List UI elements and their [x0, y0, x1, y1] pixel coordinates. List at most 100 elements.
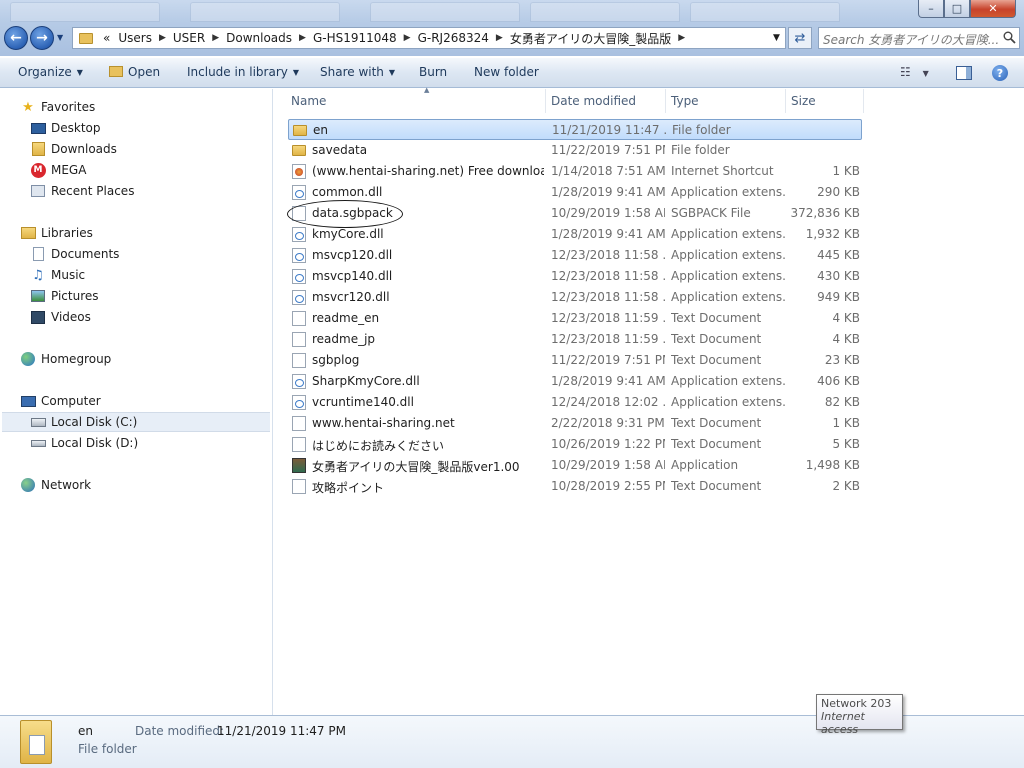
- burn-button[interactable]: Burn: [419, 65, 447, 79]
- forward-button[interactable]: →: [30, 26, 54, 50]
- text-document-icon: [292, 311, 306, 326]
- breadcrumb-downloads[interactable]: Downloads: [222, 31, 296, 45]
- star-icon: ★: [22, 99, 34, 115]
- file-row[interactable]: readme_jp 12/23/2018 11:59 ... Text Docume…: [288, 329, 862, 350]
- breadcrumb-current-folder[interactable]: 女勇者アイリの大冒険_製品版: [506, 30, 675, 47]
- background-tab: [690, 2, 840, 22]
- chevron-right-icon[interactable]: ▶: [296, 33, 309, 43]
- address-bar[interactable]: « Users ▶ USER ▶ Downloads ▶ G-HS1911048…: [72, 27, 786, 49]
- file-row[interactable]: msvcr120.dll 12/23/2018 11:58 ... Applicat…: [288, 287, 862, 308]
- file-date-modified: 1/14/2018 7:51 AM: [551, 164, 665, 178]
- nav-network[interactable]: Network: [20, 475, 91, 495]
- search-icon[interactable]: [1003, 31, 1016, 44]
- file-date-modified: 10/28/2019 2:55 PM: [551, 479, 665, 493]
- file-name: www.hentai-sharing.net: [312, 416, 455, 430]
- column-header-name[interactable]: Name: [286, 89, 546, 113]
- open-button[interactable]: Open: [109, 65, 160, 79]
- close-button[interactable]: ✕: [970, 0, 1016, 18]
- chevron-down-icon: ▼: [922, 69, 929, 78]
- file-row[interactable]: kmyCore.dll 1/28/2019 9:41 AM Application …: [288, 224, 862, 245]
- nav-favorites[interactable]: ★ Favorites: [20, 97, 95, 117]
- column-header-size[interactable]: Size: [786, 89, 864, 113]
- file-row[interactable]: vcruntime140.dll 12/24/2018 12:02 ... Appl…: [288, 392, 862, 413]
- chevron-right-icon[interactable]: ▶: [675, 33, 688, 43]
- nav-favorites-label: Favorites: [41, 100, 96, 114]
- nav-computer[interactable]: Computer: [20, 391, 101, 411]
- share-with-button[interactable]: Share with ▼: [320, 65, 395, 79]
- folder-icon: [20, 720, 52, 764]
- details-item-type: File folder: [78, 742, 137, 756]
- search-input[interactable]: Search 女勇者アイリの大冒険...: [818, 27, 1020, 49]
- file-size: 1 KB: [832, 164, 860, 178]
- column-header-type[interactable]: Type: [666, 89, 786, 113]
- file-row[interactable]: はじめにお読みください 10/26/2019 1:22 PM Text Docume…: [288, 434, 862, 455]
- file-row[interactable]: common.dll 1/28/2019 9:41 AM Application e…: [288, 182, 862, 203]
- nav-music[interactable]: ♫ Music: [30, 265, 85, 285]
- file-row[interactable]: msvcp120.dll 12/23/2018 11:58 ... Applicat…: [288, 245, 862, 266]
- file-row[interactable]: www.hentai-sharing.net 2/22/2018 9:31 PM T…: [288, 413, 862, 434]
- chevron-down-icon: ▼: [76, 68, 83, 77]
- file-row[interactable]: 女勇者アイリの大冒険_製品版ver1.00 10/29/2019 1:58 AM A…: [288, 455, 862, 476]
- file-type: Text Document: [671, 353, 762, 367]
- organize-button[interactable]: Organize ▼: [18, 65, 83, 79]
- nav-videos[interactable]: Videos: [30, 307, 91, 327]
- file-row[interactable]: sgbplog 11/22/2019 7:51 PM Text Document 23…: [288, 350, 862, 371]
- file-row[interactable]: en 11/21/2019 11:47 ... File folder: [288, 119, 862, 140]
- nav-pictures[interactable]: Pictures: [30, 286, 99, 306]
- chevron-right-icon[interactable]: ▶: [209, 33, 222, 43]
- file-date-modified: 12/23/2018 11:58 ...: [551, 269, 665, 283]
- address-dropdown-icon[interactable]: ▼: [767, 28, 785, 48]
- breadcrumb-g-hs1911048[interactable]: G-HS1911048: [309, 31, 401, 45]
- share-with-label: Share with: [320, 65, 384, 79]
- chevron-right-icon[interactable]: ▶: [401, 33, 414, 43]
- column-header-date-modified[interactable]: Date modified: [546, 89, 666, 113]
- recent-pages-dropdown-icon[interactable]: ▼: [57, 33, 63, 42]
- chevron-right-icon[interactable]: ▶: [493, 33, 506, 43]
- computer-icon: [20, 393, 36, 409]
- file-row[interactable]: data.sgbpack 10/29/2019 1:58 AM SGBPACK Fi…: [288, 203, 862, 224]
- new-folder-button[interactable]: New folder: [474, 65, 539, 79]
- address-overflow[interactable]: «: [99, 31, 114, 45]
- help-button[interactable]: ?: [992, 65, 1008, 81]
- include-in-library-button[interactable]: Include in library ▼: [187, 65, 299, 79]
- file-row[interactable]: readme_en 12/23/2018 11:59 ... Text Docume…: [288, 308, 862, 329]
- file-row[interactable]: msvcp140.dll 12/23/2018 11:58 ... Applicat…: [288, 266, 862, 287]
- nav-downloads[interactable]: Downloads: [30, 139, 117, 159]
- file-name: kmyCore.dll: [312, 227, 384, 241]
- preview-pane-button[interactable]: [956, 66, 972, 80]
- file-row[interactable]: savedata 11/22/2019 7:51 PM File folder: [288, 140, 862, 161]
- libraries-icon: [20, 225, 36, 241]
- nav-local-disk-c[interactable]: Local Disk (C:): [2, 412, 270, 432]
- nav-homegroup[interactable]: Homegroup: [20, 349, 111, 369]
- network-tooltip: Network 203 Internet access: [816, 694, 903, 736]
- details-item-name: en: [78, 724, 93, 738]
- nav-recent-places[interactable]: Recent Places: [30, 181, 134, 201]
- breadcrumb-user[interactable]: USER: [169, 31, 209, 45]
- change-view-button[interactable]: ☷ ▼: [900, 65, 929, 79]
- file-row[interactable]: 攻略ポイント 10/28/2019 2:55 PM Text Document 2 K…: [288, 476, 862, 497]
- file-type: Application: [671, 458, 739, 472]
- downloads-folder-icon: [30, 141, 46, 157]
- nav-documents[interactable]: Documents: [30, 244, 119, 264]
- file-name: msvcp120.dll: [312, 248, 393, 262]
- nav-local-disk-d[interactable]: Local Disk (D:): [30, 433, 138, 453]
- file-row[interactable]: SharpKmyCore.dll 1/28/2019 9:41 AM Applica…: [288, 371, 862, 392]
- breadcrumb-users[interactable]: Users: [114, 31, 156, 45]
- back-button[interactable]: ←: [4, 26, 28, 50]
- nav-mega[interactable]: M MEGA: [30, 160, 86, 180]
- title-bar: – □ ✕ ← → ▼ « Users ▶ USER ▶ Downloads ▶…: [0, 0, 1024, 56]
- file-name: はじめにお読みください: [312, 439, 445, 453]
- file-row[interactable]: (www.hentai-sharing.net) Free download..…: [288, 161, 862, 182]
- nav-desktop[interactable]: Desktop: [30, 118, 101, 138]
- chevron-right-icon[interactable]: ▶: [156, 33, 169, 43]
- file-name: 攻略ポイント: [312, 481, 385, 495]
- file-list-pane: Name ▲ Date modified Type Size en 11/21/2…: [274, 86, 1024, 715]
- file-name: vcruntime140.dll: [312, 395, 414, 409]
- breadcrumb-g-rj268324[interactable]: G-RJ268324: [414, 31, 493, 45]
- file-date-modified: 1/28/2019 9:41 AM: [551, 185, 665, 199]
- file-date-modified: 2/22/2018 9:31 PM: [551, 416, 665, 430]
- nav-libraries[interactable]: Libraries: [20, 223, 93, 243]
- refresh-button[interactable]: ⇄: [788, 27, 812, 49]
- minimize-button[interactable]: –: [918, 0, 944, 18]
- maximize-button[interactable]: □: [944, 0, 970, 18]
